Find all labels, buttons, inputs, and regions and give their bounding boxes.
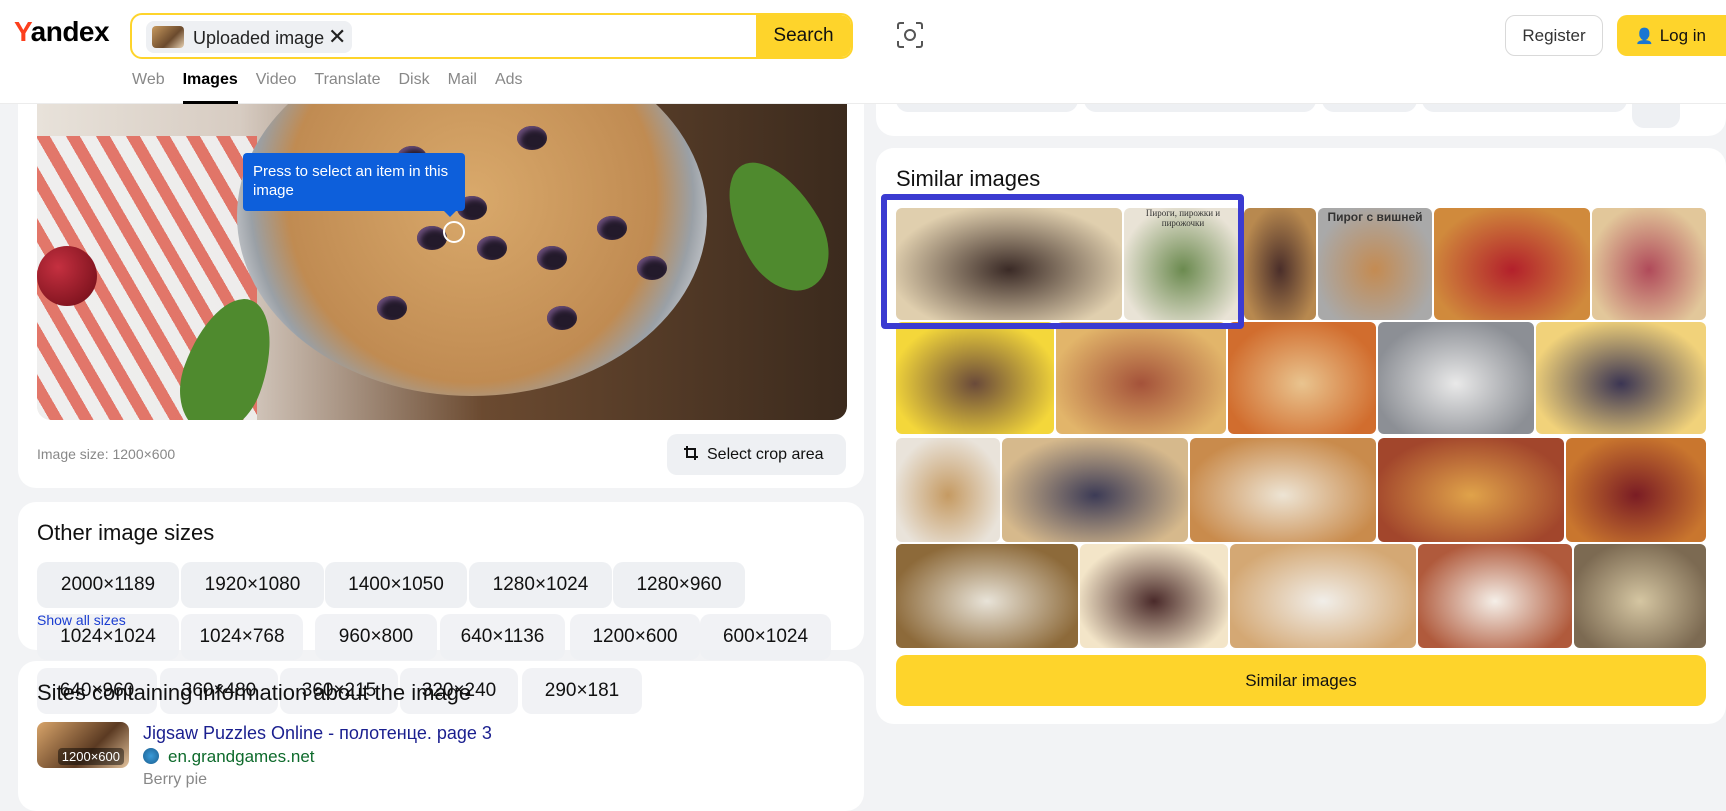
similar-image-thumbnail[interactable] (1318, 208, 1432, 320)
similar-image-thumbnail[interactable] (1190, 438, 1376, 542)
blackberry (597, 216, 627, 240)
user-icon: 👤 (1635, 28, 1654, 45)
similar-image-thumbnail[interactable] (1056, 322, 1226, 434)
nav-web[interactable]: Web (132, 71, 165, 104)
sites-title: Sites containing information about the i… (37, 680, 472, 705)
blackberry (537, 246, 567, 270)
search-button[interactable]: Search (756, 15, 851, 57)
blackberry (517, 126, 547, 150)
similar-image-thumbnail[interactable] (1574, 544, 1706, 648)
similar-image-thumbnail[interactable] (1378, 322, 1534, 434)
header: Yandex Uploaded image ✕ Search Register … (0, 0, 1726, 104)
similar-image-thumbnail[interactable] (896, 438, 1000, 542)
size-pill[interactable]: 640×1136 (440, 614, 565, 660)
cherry (37, 246, 97, 306)
camera-search-icon[interactable] (895, 20, 925, 50)
select-item-tooltip: Press to select an item in this image (243, 153, 465, 217)
object-marker[interactable] (443, 221, 465, 243)
size-pill[interactable]: 960×800 (315, 614, 437, 660)
similar-image-thumbnail[interactable] (1002, 438, 1188, 542)
crop-icon (684, 446, 698, 460)
register-button[interactable]: Register (1505, 15, 1603, 56)
site-thumbnail[interactable]: 1200×600 (37, 722, 129, 768)
size-pill[interactable]: 1280×1024 (469, 562, 612, 608)
remove-image-icon[interactable]: ✕ (328, 24, 346, 50)
uploaded-image-chip[interactable]: Uploaded image ✕ (146, 21, 352, 53)
blackberry (377, 296, 407, 320)
login-button[interactable]: 👤 Log in (1617, 15, 1726, 56)
nav-images[interactable]: Images (182, 71, 238, 104)
similar-images-button[interactable]: Similar images (896, 655, 1706, 706)
search-bar[interactable]: Uploaded image ✕ Search (130, 13, 853, 59)
yandex-logo[interactable]: Yandex (14, 16, 110, 48)
uploaded-photo[interactable] (37, 96, 847, 420)
selection-highlight (881, 194, 1244, 329)
blackberry (477, 236, 507, 260)
similar-image-thumbnail[interactable] (1592, 208, 1706, 320)
uploaded-image-label: Uploaded image (193, 28, 325, 48)
site-thumbnail-size: 1200×600 (57, 748, 124, 765)
other-sizes-title: Other image sizes (37, 520, 215, 545)
site-domain-text: en.grandgames.net (168, 747, 315, 766)
similar-image-thumbnail[interactable] (1244, 208, 1316, 320)
site-domain[interactable]: en.grandgames.net (143, 747, 315, 767)
nav-disk[interactable]: Disk (399, 71, 430, 104)
similar-images-title: Similar images (896, 166, 1041, 191)
similar-image-thumbnail[interactable] (1080, 544, 1228, 648)
size-pill[interactable]: 1024×768 (181, 614, 303, 660)
blackberry (637, 256, 667, 280)
similar-image-thumbnail[interactable] (1536, 322, 1706, 434)
uploaded-image-thumbnail (152, 26, 184, 48)
blackberry (547, 306, 577, 330)
nav-mail[interactable]: Mail (448, 71, 477, 104)
similar-image-thumbnail[interactable] (1230, 544, 1416, 648)
size-pill[interactable]: 290×181 (522, 668, 642, 714)
crop-label: Select crop area (707, 446, 824, 463)
thumbnail-caption: Пирог с вишней (1327, 210, 1423, 224)
image-size-text: Image size: 1200×600 (37, 446, 176, 462)
size-pill[interactable]: 1200×600 (570, 614, 700, 660)
size-pill[interactable]: 2000×1189 (37, 562, 179, 608)
select-crop-area-button[interactable]: Select crop area (667, 434, 846, 475)
favicon-icon (143, 748, 159, 764)
similar-image-thumbnail[interactable] (1228, 322, 1376, 434)
nav-translate[interactable]: Translate (314, 71, 380, 104)
mint-leaf (707, 145, 847, 307)
site-description: Berry pie (143, 771, 208, 788)
nav-ads[interactable]: Ads (495, 71, 523, 104)
site-title-link[interactable]: Jigsaw Puzzles Online - полотенце. page … (143, 723, 492, 744)
size-pill[interactable]: 1920×1080 (181, 562, 324, 608)
similar-image-thumbnail[interactable] (896, 322, 1054, 434)
nav-video[interactable]: Video (256, 71, 297, 104)
login-label: Log in (1659, 26, 1707, 45)
similar-image-thumbnail[interactable] (896, 544, 1078, 648)
show-all-sizes-link[interactable]: Show all sizes (37, 612, 126, 628)
berry-pie (237, 96, 707, 396)
similar-image-thumbnail[interactable] (1566, 438, 1706, 542)
size-pill[interactable]: 1280×960 (613, 562, 745, 608)
size-pill[interactable]: 600×1024 (700, 614, 831, 660)
similar-image-thumbnail[interactable] (1434, 208, 1590, 320)
service-nav: Web Images Video Translate Disk Mail Ads (132, 71, 523, 104)
size-pill[interactable]: 1400×1050 (325, 562, 467, 608)
similar-image-thumbnail[interactable] (1378, 438, 1564, 542)
similar-image-thumbnail[interactable] (1418, 544, 1572, 648)
